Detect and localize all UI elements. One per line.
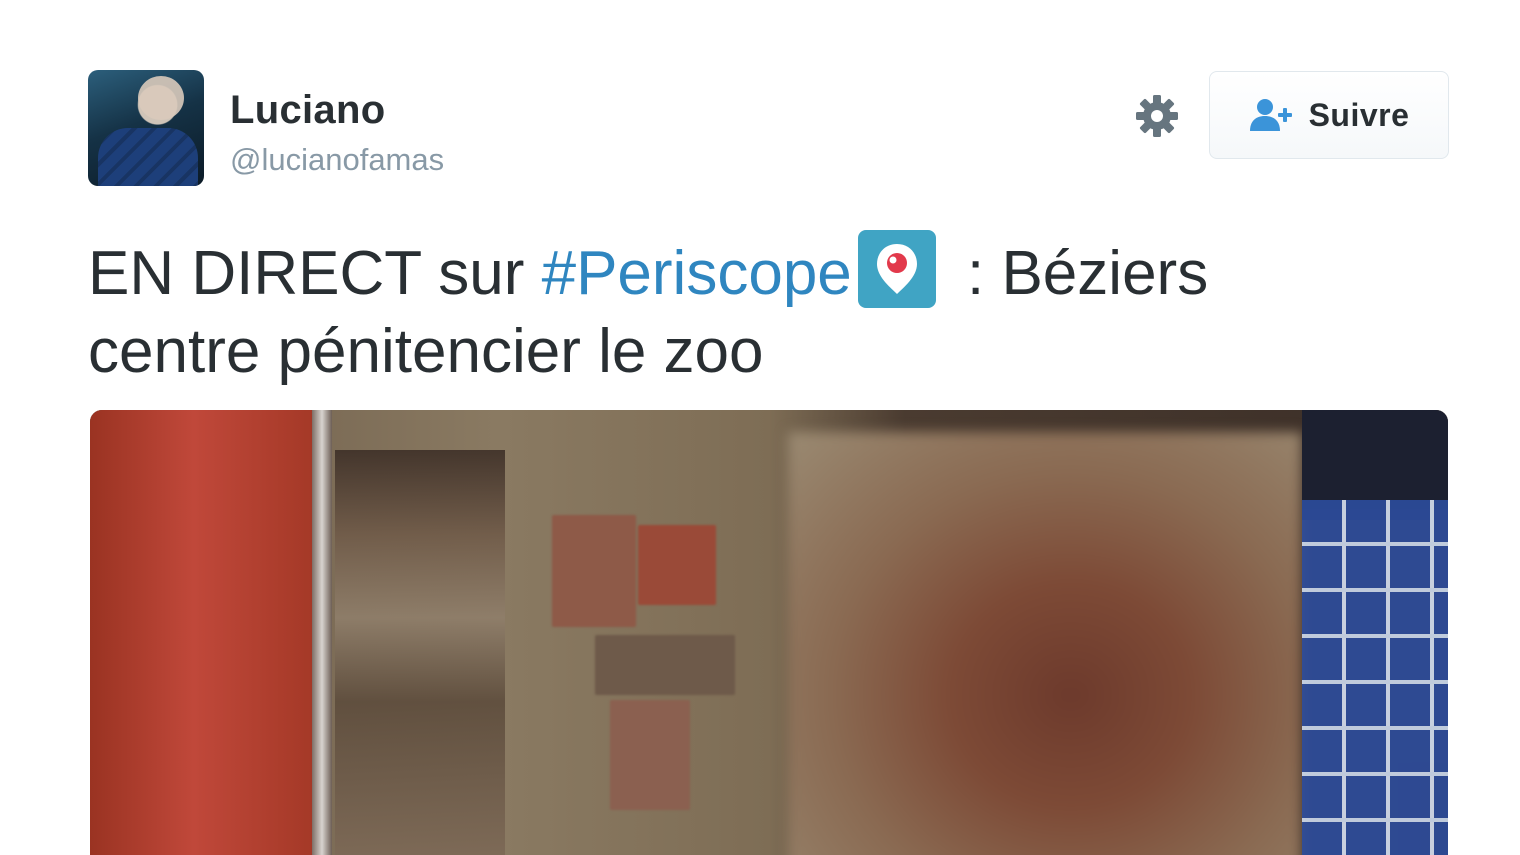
avatar[interactable]	[88, 70, 204, 186]
follow-button[interactable]: Suivre	[1209, 71, 1449, 159]
tweet-text: EN DIRECT sur #Periscope : Béziers centr…	[88, 230, 1388, 391]
media-poster	[552, 515, 636, 627]
follow-button-label: Suivre	[1308, 96, 1410, 133]
user-name[interactable]: Luciano	[230, 88, 385, 133]
add-user-icon	[1249, 98, 1295, 132]
hashtag-link[interactable]: #Periscope	[542, 239, 852, 308]
avatar-shirt	[98, 128, 198, 186]
avatar-face	[138, 76, 184, 120]
media-blue-tiles	[1302, 500, 1448, 855]
media-shelf	[335, 450, 505, 855]
gear-icon[interactable]	[1134, 93, 1180, 139]
video-thumbnail[interactable]	[90, 410, 1448, 855]
periscope-icon	[857, 230, 936, 308]
media-poster	[638, 525, 716, 605]
blurred-face	[788, 432, 1302, 855]
tweet-card: Luciano @lucianofamas Suivre EN DIRECT s…	[0, 0, 1520, 855]
media-poster	[595, 635, 735, 695]
tweet-text-before: EN DIRECT sur	[88, 239, 542, 308]
user-handle[interactable]: @lucianofamas	[230, 142, 444, 178]
media-edge	[312, 410, 332, 855]
media-red-object	[90, 410, 320, 855]
media-poster	[610, 700, 690, 810]
